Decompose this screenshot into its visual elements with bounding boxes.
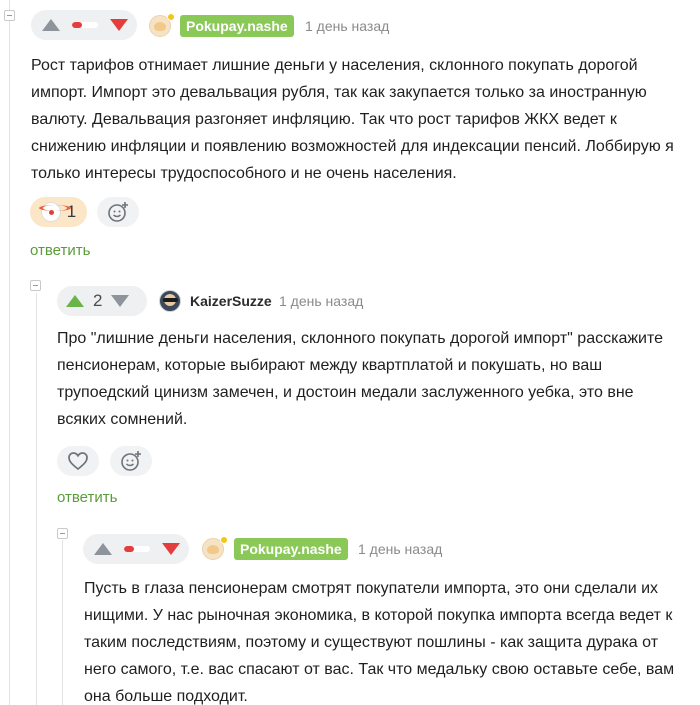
rating-count: 2 bbox=[93, 291, 103, 310]
add-reaction-button[interactable] bbox=[97, 197, 139, 227]
reaction-count: 1 bbox=[66, 202, 77, 221]
vote-widget bbox=[83, 534, 189, 564]
comment-time[interactable]: 1 день назад bbox=[358, 538, 442, 560]
thread-line-level-2 bbox=[36, 293, 37, 705]
downvote-icon[interactable] bbox=[162, 543, 180, 555]
online-badge-icon bbox=[167, 13, 175, 21]
clown-emoji-icon bbox=[38, 202, 71, 222]
comment-body: Рост тарифов отнимает лишние деньги у на… bbox=[31, 57, 674, 182]
reply-link[interactable]: ответить bbox=[57, 488, 117, 508]
comment-time[interactable]: 1 день назад bbox=[305, 15, 389, 37]
collapse-thread-button[interactable] bbox=[30, 280, 41, 291]
collapse-thread-button[interactable] bbox=[57, 528, 68, 539]
reply-link[interactable]: ответить bbox=[30, 241, 90, 261]
comment-time[interactable]: 1 день назад bbox=[279, 290, 363, 312]
downvote-icon[interactable] bbox=[110, 19, 128, 31]
author-name[interactable]: Pokupay.nashe bbox=[180, 15, 294, 37]
author-name[interactable]: KaizerSuzze bbox=[190, 290, 272, 312]
author-name[interactable]: Pokupay.nashe bbox=[234, 538, 348, 560]
thread-line-level-3 bbox=[62, 540, 63, 705]
thread-line-level-1 bbox=[9, 0, 10, 705]
vote-widget bbox=[31, 10, 137, 40]
add-reaction-icon bbox=[121, 451, 141, 471]
add-reaction-icon bbox=[108, 202, 128, 222]
upvote-icon[interactable] bbox=[94, 543, 112, 555]
comment-body: Про "лишние деньги населения, склонного … bbox=[57, 330, 664, 428]
heart-icon bbox=[68, 452, 88, 471]
vote-ratio-bar bbox=[124, 546, 150, 552]
add-reaction-button[interactable] bbox=[110, 446, 152, 476]
comment-body: Пусть в глаза пенсионерам смотрят покупа… bbox=[84, 580, 675, 705]
upvote-icon[interactable] bbox=[66, 295, 84, 307]
like-button[interactable] bbox=[57, 446, 99, 476]
reaction-clown-button[interactable]: 1 bbox=[30, 197, 87, 227]
upvote-icon[interactable] bbox=[42, 19, 60, 31]
online-badge-icon bbox=[220, 536, 228, 544]
vote-ratio-bar bbox=[72, 22, 98, 28]
downvote-icon[interactable] bbox=[111, 295, 130, 307]
collapse-thread-button[interactable] bbox=[4, 10, 15, 21]
vote-widget: 2 bbox=[57, 286, 147, 316]
author-avatar[interactable] bbox=[159, 290, 181, 312]
